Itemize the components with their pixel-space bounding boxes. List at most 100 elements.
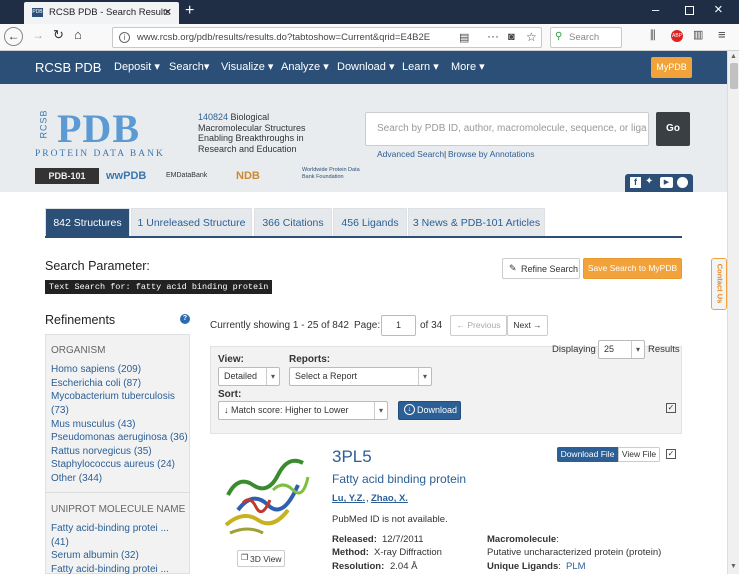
- sort-select[interactable]: ↓ Match score: Higher to Lower ▾: [218, 401, 388, 420]
- tab-unreleased[interactable]: 1 Unreleased Structure: [131, 208, 252, 236]
- download-file-button[interactable]: Download File: [557, 447, 618, 462]
- sidebar-icon[interactable]: ▥: [693, 28, 703, 41]
- new-tab-icon[interactable]: +: [185, 2, 194, 20]
- facebook-icon[interactable]: f: [630, 177, 641, 188]
- github-icon[interactable]: [677, 177, 688, 188]
- maximize-icon[interactable]: [685, 6, 694, 15]
- organism-header: ORGANISM: [51, 345, 106, 356]
- refinements-title: Refinements: [45, 313, 116, 327]
- minimize-icon[interactable]: –: [652, 2, 659, 17]
- entry-title-link[interactable]: Fatty acid binding protein: [332, 472, 466, 486]
- view-file-button[interactable]: View File: [618, 447, 660, 462]
- mypdb-button[interactable]: MyPDB: [651, 57, 692, 78]
- pdb-logo[interactable]: RCSB PDB PROTEIN DATA BANK: [35, 106, 192, 159]
- download-label: Download: [417, 405, 458, 415]
- go-button[interactable]: Go: [656, 112, 690, 146]
- reports-select-value: Select a Report: [295, 371, 358, 381]
- pocket-icon[interactable]: ◙: [508, 31, 515, 43]
- home-icon[interactable]: ⌂: [74, 27, 82, 42]
- download-button[interactable]: ↓ Download: [398, 401, 461, 420]
- tab-ligands[interactable]: 456 Ligands: [333, 208, 407, 236]
- partner-ndb[interactable]: NDB: [236, 168, 296, 184]
- sort-label: Sort:: [218, 389, 242, 400]
- uniprot-item[interactable]: Serum albumin (32): [51, 550, 139, 561]
- info-icon: i: [119, 32, 130, 43]
- tab-news[interactable]: 3 News & PDB-101 Articles: [408, 208, 545, 236]
- organism-item[interactable]: Escherichia coli (87): [51, 378, 141, 389]
- partner-emdatabank[interactable]: EMDataBank: [166, 168, 230, 184]
- library-icon[interactable]: ⫼: [650, 28, 656, 43]
- organism-item[interactable]: Pseudomonas aeruginosa (36): [51, 432, 188, 443]
- macromolecule-value: Putative uncharacterized protein (protei…: [487, 547, 662, 558]
- forward-icon[interactable]: →: [32, 28, 44, 42]
- organism-item[interactable]: Staphylococcus aureus (24): [51, 459, 175, 470]
- help-icon[interactable]: ?: [180, 314, 190, 324]
- youtube-icon[interactable]: ▶: [660, 177, 673, 188]
- browser-tab[interactable]: PDB RCSB PDB - Search Results ×: [24, 2, 179, 24]
- nav-item-deposit[interactable]: Deposit ▾: [114, 51, 160, 84]
- nav-item-more[interactable]: More ▾: [451, 51, 485, 84]
- nav-item-download[interactable]: Download ▾: [337, 51, 395, 84]
- organism-item[interactable]: Mus musculus (43): [51, 419, 135, 430]
- brand-link[interactable]: RCSB PDB: [35, 51, 101, 84]
- menu-icon[interactable]: ≡: [718, 27, 726, 42]
- contact-us-tab[interactable]: Contact Us: [711, 258, 727, 310]
- scroll-up-icon[interactable]: ▲: [730, 53, 737, 60]
- nav-item-visualize[interactable]: Visualize ▾: [221, 51, 273, 84]
- nav-item-learn[interactable]: Learn ▾: [402, 51, 439, 84]
- save-search-button[interactable]: Save Search to MyPDB: [583, 258, 682, 279]
- partner-pdb101[interactable]: PDB-101: [35, 168, 99, 184]
- ligand-link[interactable]: PLM: [566, 561, 586, 572]
- partner-wwpdb[interactable]: wwPDB: [106, 168, 158, 184]
- partner-foundation[interactable]: Worldwide Protein Data Bank Foundation: [302, 167, 372, 187]
- close-window-icon[interactable]: ×: [714, 1, 723, 18]
- nav-item-search[interactable]: Search▾: [169, 51, 209, 84]
- browser-search-box[interactable]: ⚲ Search: [550, 27, 622, 48]
- entry-id-link[interactable]: 3PL5: [332, 447, 372, 467]
- uniprot-item[interactable]: Fatty acid-binding protei ...: [51, 523, 169, 534]
- main-search-input[interactable]: Search by PDB ID, author, macromolecule,…: [365, 112, 649, 146]
- organism-item[interactable]: Mycobacterium tuberculosis: [51, 391, 175, 402]
- organism-item[interactable]: Rattus norvegicus (35): [51, 446, 152, 457]
- twitter-icon[interactable]: ✦: [645, 176, 653, 187]
- page-actions-icon[interactable]: ···: [487, 29, 499, 43]
- browse-annotations-link[interactable]: Browse by Annotations: [448, 149, 534, 159]
- uniprot-item[interactable]: Fatty acid-binding protei ...: [51, 564, 169, 575]
- next-button[interactable]: Next →: [507, 315, 548, 336]
- displaying-select-value: 25: [604, 344, 615, 354]
- close-tab-icon[interactable]: ×: [164, 4, 172, 19]
- organism-item[interactable]: Homo sapiens (209): [51, 364, 141, 375]
- uniprot-item[interactable]: (41): [51, 537, 69, 548]
- tab-citations[interactable]: 366 Citations: [254, 208, 332, 236]
- adblock-icon[interactable]: ABP: [671, 30, 683, 42]
- url-text: www.rcsb.org/pdb/results/results.do?tabt…: [137, 32, 431, 43]
- structure-thumbnail[interactable]: [218, 455, 312, 541]
- advanced-search-link[interactable]: Advanced Search: [377, 149, 444, 159]
- refine-search-button[interactable]: ✎ Refine Search: [502, 258, 580, 279]
- select-all-checkbox[interactable]: ✓: [666, 403, 676, 413]
- view-select[interactable]: Detailed ▾: [218, 367, 280, 386]
- scroll-thumb[interactable]: [730, 63, 738, 89]
- entry-checkbox[interactable]: ✓: [666, 449, 676, 459]
- author-link[interactable]: Zhao, X.: [371, 493, 408, 504]
- reports-select[interactable]: Select a Report ▾: [289, 367, 432, 386]
- organism-item[interactable]: Other (344): [51, 473, 102, 484]
- reader-view-icon[interactable]: ▤: [459, 31, 469, 44]
- page-input[interactable]: 1: [381, 315, 416, 336]
- page-scrollbar[interactable]: ▲ ▼: [727, 51, 739, 574]
- url-bar[interactable]: i www.rcsb.org/pdb/results/results.do?ta…: [112, 27, 542, 48]
- reload-icon[interactable]: ↻: [53, 27, 64, 43]
- previous-button[interactable]: ← Previous: [450, 315, 507, 336]
- 3d-view-button[interactable]: ❒ 3D View: [237, 550, 285, 567]
- displaying-select[interactable]: 25 ▾: [598, 340, 645, 359]
- organism-item[interactable]: (73): [51, 405, 69, 416]
- back-icon[interactable]: ←: [4, 27, 23, 46]
- nav-item-analyze[interactable]: Analyze ▾: [281, 51, 329, 84]
- search-parameter-label: Search Parameter:: [45, 259, 150, 273]
- scroll-down-icon[interactable]: ▼: [730, 563, 737, 570]
- logo-vertical-text: RCSB: [38, 109, 49, 139]
- author-link[interactable]: Lu, Y.Z.: [332, 493, 365, 504]
- bookmark-star-icon[interactable]: ☆: [526, 30, 537, 44]
- resolution-value: 2.04 Å: [390, 561, 418, 572]
- tab-structures[interactable]: 842 Structures: [45, 208, 130, 236]
